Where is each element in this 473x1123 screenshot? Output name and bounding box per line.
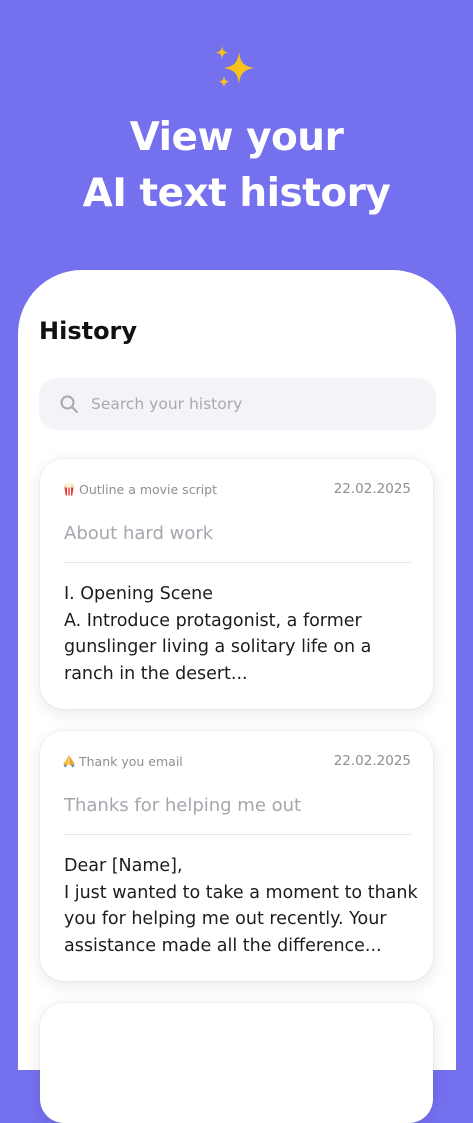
search-icon <box>60 395 78 413</box>
card-subject: Thanks for helping me out <box>64 795 302 816</box>
card-body: Dear [Name], I just wanted to take a mom… <box>64 853 418 959</box>
card-header: Thank you email 22.02.2025 <box>62 753 411 769</box>
search-bar[interactable] <box>39 378 436 430</box>
popcorn-icon <box>63 482 75 496</box>
card-divider <box>64 562 411 563</box>
hero-section: View your AI text history <box>0 0 473 270</box>
card-divider <box>64 834 411 835</box>
sparkles-icon <box>215 46 255 88</box>
history-card[interactable]: Thank you email 22.02.2025 Thanks for he… <box>40 731 433 981</box>
card-body-line: Dear [Name], <box>64 856 183 876</box>
card-body-line: I. Opening Scene <box>64 584 214 604</box>
card-date: 22.02.2025 <box>333 481 411 497</box>
card-tag: Outline a movie script <box>62 482 217 497</box>
card-body: I. Opening Scene A. Introduce protagonis… <box>64 581 417 687</box>
card-tag: Thank you email <box>62 754 183 769</box>
card-body-line: assistance made all the difference... <box>64 935 382 956</box>
card-header: Outline a movie script 22.02.2025 <box>62 481 411 497</box>
search-input[interactable] <box>91 395 401 413</box>
card-body-line: you for helping me out recently. Your <box>64 909 387 929</box>
card-subject: About hard work <box>64 523 214 544</box>
hero-title: View your AI text history <box>0 110 473 222</box>
hero-title-line-2: AI text history <box>82 171 391 216</box>
card-tag-label: Outline a movie script <box>79 481 218 497</box>
phone-screen: History Outline a movie script 22.02.202 <box>18 270 456 1123</box>
card-body-line: ranch in the desert... <box>64 663 248 684</box>
card-body-line: gunslinger living a solitary life on a <box>64 637 372 657</box>
history-card[interactable]: Outline a movie script 22.02.2025 About … <box>40 459 433 709</box>
card-body-line: I just wanted to take a moment to thank <box>64 882 418 903</box>
card-body-line: A. Introduce protagonist, a former <box>64 610 362 631</box>
folded-hands-icon <box>63 755 75 768</box>
history-card[interactable] <box>40 1003 433 1123</box>
hero-title-line-1: View your <box>129 115 344 160</box>
card-tag-label: Thank you email <box>79 753 183 769</box>
page-title: History <box>39 317 138 345</box>
card-date: 22.02.2025 <box>333 753 411 769</box>
